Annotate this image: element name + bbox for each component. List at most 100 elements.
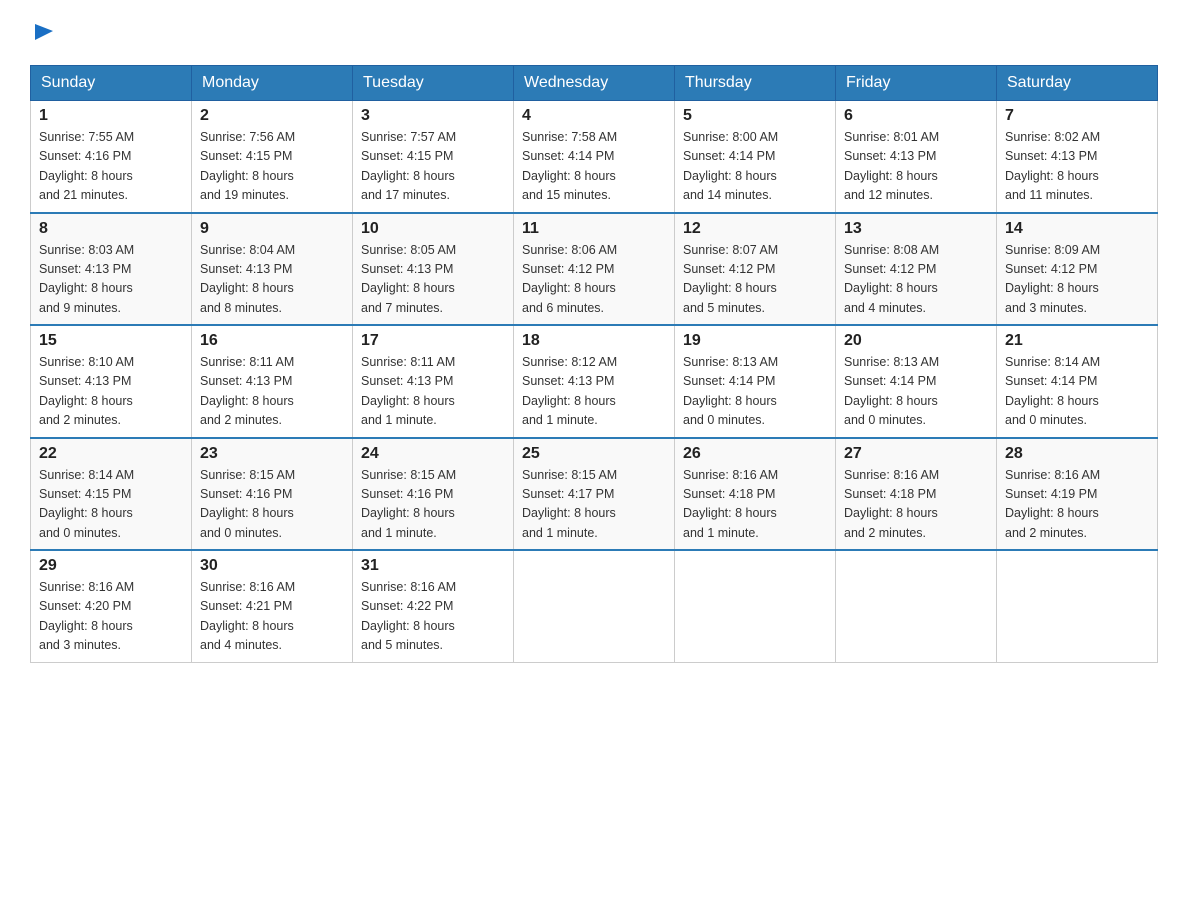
calendar-cell: 20 Sunrise: 8:13 AMSunset: 4:14 PMDaylig… [836,325,997,438]
calendar-cell: 29 Sunrise: 8:16 AMSunset: 4:20 PMDaylig… [31,550,192,662]
calendar-cell: 7 Sunrise: 8:02 AMSunset: 4:13 PMDayligh… [997,101,1158,213]
day-number: 17 [361,332,505,350]
day-info: Sunrise: 7:56 AMSunset: 4:15 PMDaylight:… [200,128,344,206]
day-info: Sunrise: 8:05 AMSunset: 4:13 PMDaylight:… [361,241,505,319]
calendar-cell [514,550,675,662]
day-number: 10 [361,220,505,238]
calendar-header-thursday: Thursday [675,66,836,101]
day-info: Sunrise: 8:16 AMSunset: 4:19 PMDaylight:… [1005,466,1149,544]
calendar-header-row: SundayMondayTuesdayWednesdayThursdayFrid… [31,66,1158,101]
day-info: Sunrise: 8:15 AMSunset: 4:16 PMDaylight:… [200,466,344,544]
day-info: Sunrise: 8:16 AMSunset: 4:20 PMDaylight:… [39,578,183,656]
calendar-week-row: 29 Sunrise: 8:16 AMSunset: 4:20 PMDaylig… [31,550,1158,662]
calendar-cell: 16 Sunrise: 8:11 AMSunset: 4:13 PMDaylig… [192,325,353,438]
day-number: 13 [844,220,988,238]
calendar-cell: 24 Sunrise: 8:15 AMSunset: 4:16 PMDaylig… [353,438,514,551]
day-number: 9 [200,220,344,238]
calendar-cell: 15 Sunrise: 8:10 AMSunset: 4:13 PMDaylig… [31,325,192,438]
calendar-cell: 30 Sunrise: 8:16 AMSunset: 4:21 PMDaylig… [192,550,353,662]
calendar-table: SundayMondayTuesdayWednesdayThursdayFrid… [30,65,1158,663]
calendar-cell: 17 Sunrise: 8:11 AMSunset: 4:13 PMDaylig… [353,325,514,438]
calendar-cell: 22 Sunrise: 8:14 AMSunset: 4:15 PMDaylig… [31,438,192,551]
day-number: 27 [844,445,988,463]
day-info: Sunrise: 8:11 AMSunset: 4:13 PMDaylight:… [200,353,344,431]
day-number: 6 [844,107,988,125]
day-number: 24 [361,445,505,463]
day-number: 25 [522,445,666,463]
day-info: Sunrise: 8:16 AMSunset: 4:18 PMDaylight:… [844,466,988,544]
day-number: 29 [39,557,183,575]
day-info: Sunrise: 8:13 AMSunset: 4:14 PMDaylight:… [683,353,827,431]
day-number: 23 [200,445,344,463]
day-number: 3 [361,107,505,125]
calendar-header-friday: Friday [836,66,997,101]
calendar-cell: 11 Sunrise: 8:06 AMSunset: 4:12 PMDaylig… [514,213,675,326]
day-info: Sunrise: 8:13 AMSunset: 4:14 PMDaylight:… [844,353,988,431]
day-number: 8 [39,220,183,238]
day-info: Sunrise: 8:15 AMSunset: 4:17 PMDaylight:… [522,466,666,544]
day-number: 12 [683,220,827,238]
calendar-header-saturday: Saturday [997,66,1158,101]
day-number: 7 [1005,107,1149,125]
day-number: 4 [522,107,666,125]
calendar-cell: 6 Sunrise: 8:01 AMSunset: 4:13 PMDayligh… [836,101,997,213]
calendar-cell: 13 Sunrise: 8:08 AMSunset: 4:12 PMDaylig… [836,213,997,326]
calendar-cell: 23 Sunrise: 8:15 AMSunset: 4:16 PMDaylig… [192,438,353,551]
day-number: 28 [1005,445,1149,463]
page-header [30,20,1158,47]
calendar-cell [836,550,997,662]
day-info: Sunrise: 7:58 AMSunset: 4:14 PMDaylight:… [522,128,666,206]
calendar-cell: 9 Sunrise: 8:04 AMSunset: 4:13 PMDayligh… [192,213,353,326]
calendar-cell: 27 Sunrise: 8:16 AMSunset: 4:18 PMDaylig… [836,438,997,551]
day-info: Sunrise: 8:07 AMSunset: 4:12 PMDaylight:… [683,241,827,319]
day-info: Sunrise: 8:03 AMSunset: 4:13 PMDaylight:… [39,241,183,319]
day-number: 11 [522,220,666,238]
calendar-cell: 31 Sunrise: 8:16 AMSunset: 4:22 PMDaylig… [353,550,514,662]
day-number: 19 [683,332,827,350]
calendar-week-row: 1 Sunrise: 7:55 AMSunset: 4:16 PMDayligh… [31,101,1158,213]
day-info: Sunrise: 8:14 AMSunset: 4:15 PMDaylight:… [39,466,183,544]
day-info: Sunrise: 8:12 AMSunset: 4:13 PMDaylight:… [522,353,666,431]
day-info: Sunrise: 8:16 AMSunset: 4:18 PMDaylight:… [683,466,827,544]
calendar-cell: 10 Sunrise: 8:05 AMSunset: 4:13 PMDaylig… [353,213,514,326]
day-info: Sunrise: 8:09 AMSunset: 4:12 PMDaylight:… [1005,241,1149,319]
day-number: 1 [39,107,183,125]
calendar-week-row: 8 Sunrise: 8:03 AMSunset: 4:13 PMDayligh… [31,213,1158,326]
calendar-cell: 19 Sunrise: 8:13 AMSunset: 4:14 PMDaylig… [675,325,836,438]
calendar-cell: 18 Sunrise: 8:12 AMSunset: 4:13 PMDaylig… [514,325,675,438]
day-number: 20 [844,332,988,350]
day-info: Sunrise: 7:55 AMSunset: 4:16 PMDaylight:… [39,128,183,206]
day-info: Sunrise: 7:57 AMSunset: 4:15 PMDaylight:… [361,128,505,206]
day-number: 15 [39,332,183,350]
day-info: Sunrise: 8:01 AMSunset: 4:13 PMDaylight:… [844,128,988,206]
calendar-cell [997,550,1158,662]
calendar-cell: 4 Sunrise: 7:58 AMSunset: 4:14 PMDayligh… [514,101,675,213]
day-number: 14 [1005,220,1149,238]
day-info: Sunrise: 8:06 AMSunset: 4:12 PMDaylight:… [522,241,666,319]
calendar-header-wednesday: Wednesday [514,66,675,101]
calendar-cell: 25 Sunrise: 8:15 AMSunset: 4:17 PMDaylig… [514,438,675,551]
logo-arrow-icon [33,20,55,42]
day-info: Sunrise: 8:16 AMSunset: 4:22 PMDaylight:… [361,578,505,656]
day-number: 31 [361,557,505,575]
calendar-week-row: 15 Sunrise: 8:10 AMSunset: 4:13 PMDaylig… [31,325,1158,438]
day-number: 21 [1005,332,1149,350]
calendar-cell: 12 Sunrise: 8:07 AMSunset: 4:12 PMDaylig… [675,213,836,326]
day-info: Sunrise: 8:11 AMSunset: 4:13 PMDaylight:… [361,353,505,431]
day-info: Sunrise: 8:00 AMSunset: 4:14 PMDaylight:… [683,128,827,206]
calendar-cell: 28 Sunrise: 8:16 AMSunset: 4:19 PMDaylig… [997,438,1158,551]
day-info: Sunrise: 8:02 AMSunset: 4:13 PMDaylight:… [1005,128,1149,206]
day-info: Sunrise: 8:10 AMSunset: 4:13 PMDaylight:… [39,353,183,431]
calendar-cell: 26 Sunrise: 8:16 AMSunset: 4:18 PMDaylig… [675,438,836,551]
day-info: Sunrise: 8:08 AMSunset: 4:12 PMDaylight:… [844,241,988,319]
logo [30,20,55,47]
calendar-cell: 3 Sunrise: 7:57 AMSunset: 4:15 PMDayligh… [353,101,514,213]
day-number: 30 [200,557,344,575]
day-number: 26 [683,445,827,463]
calendar-cell: 2 Sunrise: 7:56 AMSunset: 4:15 PMDayligh… [192,101,353,213]
calendar-cell: 5 Sunrise: 8:00 AMSunset: 4:14 PMDayligh… [675,101,836,213]
calendar-cell: 21 Sunrise: 8:14 AMSunset: 4:14 PMDaylig… [997,325,1158,438]
day-number: 16 [200,332,344,350]
calendar-header-sunday: Sunday [31,66,192,101]
calendar-cell [675,550,836,662]
